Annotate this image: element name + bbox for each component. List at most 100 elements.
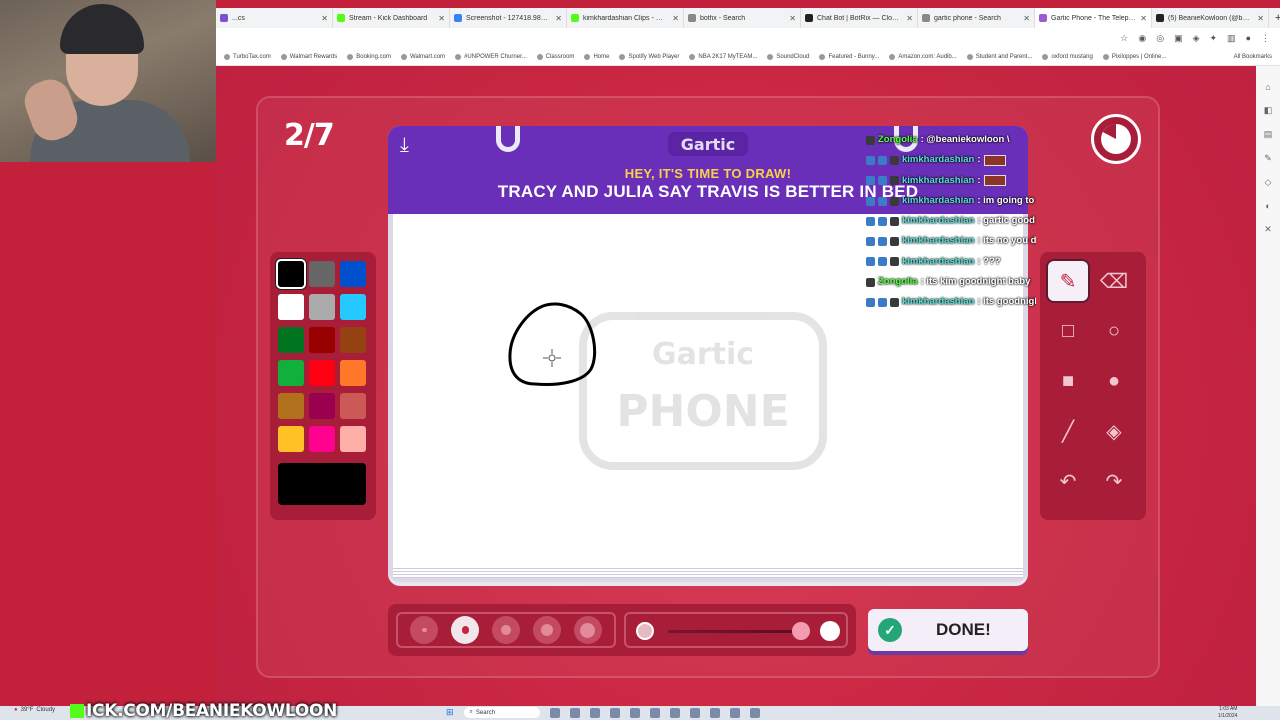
- eraser-icon[interactable]: ⌫: [1094, 261, 1134, 301]
- extensions-puzzle-icon[interactable]: ✦: [1210, 33, 1218, 44]
- chat-username[interactable]: kimkhardashian: [902, 191, 974, 211]
- weather-widget[interactable]: ● 39°F Cloudy: [14, 707, 55, 713]
- browser-tab[interactable]: kimkhardashian Clips - Watch ✕: [567, 8, 684, 28]
- download-icon[interactable]: ⤓: [400, 134, 409, 157]
- brush-size-option[interactable]: [410, 616, 439, 644]
- rectangle-filled-icon[interactable]: ■: [1048, 361, 1088, 401]
- bookmark-item[interactable]: Booking.com: [347, 53, 391, 60]
- chat-username[interactable]: kimkhardashian: [902, 231, 974, 251]
- close-tab-icon[interactable]: ✕: [1140, 14, 1147, 23]
- bookmark-item[interactable]: TurboTax.com: [224, 53, 271, 60]
- chat-username[interactable]: kimkhardashian: [902, 150, 974, 170]
- close-tab-icon[interactable]: ✕: [906, 14, 913, 23]
- color-swatch[interactable]: [278, 327, 304, 353]
- circle-outline-icon[interactable]: ○: [1094, 311, 1134, 351]
- opacity-slider[interactable]: [624, 612, 848, 648]
- color-swatch[interactable]: [278, 294, 304, 320]
- bookmark-item[interactable]: SoundCloud: [767, 53, 809, 60]
- taskbar-app-icon[interactable]: [749, 707, 760, 718]
- color-swatch[interactable]: [309, 426, 335, 452]
- bookmark-item[interactable]: #UNPOWER Churner...: [455, 53, 527, 60]
- circle-filled-icon[interactable]: ●: [1094, 361, 1134, 401]
- close-tab-icon[interactable]: ✕: [321, 14, 328, 23]
- color-swatch[interactable]: [309, 327, 335, 353]
- browser-tab[interactable]: gartic phone - Search ✕: [918, 8, 1035, 28]
- color-swatch[interactable]: [278, 426, 304, 452]
- undo-icon[interactable]: ↶: [1048, 461, 1088, 501]
- bookmark-item[interactable]: oxford mustang: [1042, 53, 1093, 60]
- browser-tab[interactable]: Gartic Phone - The Telephone ✕: [1035, 8, 1152, 28]
- bookmark-item[interactable]: Classroom: [536, 53, 574, 60]
- browser-tab[interactable]: Chat Bot | BotRix — Cloud St ✕: [801, 8, 918, 28]
- bookmark-item[interactable]: Spotify Web Player: [619, 53, 679, 60]
- bookmark-item[interactable]: Amazon.com: Audib...: [889, 53, 957, 60]
- browser-tab[interactable]: botfix - Search ✕: [684, 8, 801, 28]
- chat-username[interactable]: kimkhardashian: [902, 211, 974, 231]
- extension-icon[interactable]: ◉: [1138, 33, 1146, 44]
- browser-tab[interactable]: Screenshot - 127418.984913s ✕: [450, 8, 567, 28]
- taskbar-app-icon[interactable]: [549, 707, 560, 718]
- browser-tab[interactable]: ...cs ✕: [216, 8, 333, 28]
- redo-icon[interactable]: ↷: [1094, 461, 1134, 501]
- brush-size-option[interactable]: [491, 616, 520, 644]
- close-tab-icon[interactable]: ✕: [438, 14, 445, 23]
- color-swatch[interactable]: [276, 259, 306, 289]
- taskbar-app-icon[interactable]: [729, 707, 740, 718]
- profile-icon[interactable]: ●: [1246, 33, 1251, 43]
- color-swatch[interactable]: [278, 360, 304, 386]
- bookmark-item[interactable]: Home: [584, 53, 609, 60]
- chat-username[interactable]: kimkhardashian: [902, 171, 974, 191]
- sidebar-toggle-icon[interactable]: ▥: [1227, 33, 1236, 44]
- rectangle-outline-icon[interactable]: □: [1048, 311, 1088, 351]
- color-swatch[interactable]: [340, 261, 366, 287]
- games-icon[interactable]: ◐: [1265, 201, 1270, 211]
- color-swatch[interactable]: [309, 360, 335, 386]
- bookmark-item[interactable]: Walmart.com: [400, 53, 445, 60]
- brush-size-option[interactable]: [532, 616, 561, 644]
- extension-icon[interactable]: ▣: [1174, 33, 1183, 44]
- taskbar-app-icon[interactable]: [629, 707, 640, 718]
- all-bookmarks-link[interactable]: All Bookmarks: [1234, 54, 1272, 60]
- taskbar-app-icon[interactable]: [609, 707, 620, 718]
- color-swatch[interactable]: [340, 360, 366, 386]
- bookmark-item[interactable]: NBA 2K17 MyTEAM...: [689, 53, 757, 60]
- brush-size-option[interactable]: [451, 616, 480, 644]
- fill-bucket-icon[interactable]: ◈: [1094, 411, 1134, 451]
- tools-icon[interactable]: ✕: [1264, 224, 1272, 235]
- start-icon[interactable]: ⊞: [446, 707, 454, 718]
- color-swatch[interactable]: [340, 327, 366, 353]
- shopping-icon[interactable]: ◇: [1265, 177, 1272, 188]
- taskbar-clock[interactable]: 1:03 AM 1/1/2024: [1218, 706, 1237, 720]
- close-tab-icon[interactable]: ✕: [555, 14, 562, 23]
- taskbar-app-icon[interactable]: [569, 707, 580, 718]
- close-tab-icon[interactable]: ✕: [672, 14, 679, 23]
- new-tab-button[interactable]: +: [1269, 12, 1280, 24]
- color-swatch[interactable]: [309, 294, 335, 320]
- taskbar-app-icon[interactable]: [669, 707, 680, 718]
- line-icon[interactable]: ╱: [1048, 411, 1088, 451]
- close-tab-icon[interactable]: ✕: [1023, 14, 1030, 23]
- taskbar-app-icon[interactable]: [589, 707, 600, 718]
- chat-username[interactable]: Zongolia: [878, 130, 918, 150]
- browser-tab[interactable]: Stream - Kick Dashboard ✕: [333, 8, 450, 28]
- bookmark-star-icon[interactable]: ☆: [1120, 33, 1128, 44]
- color-swatch[interactable]: [340, 393, 366, 419]
- bookmark-item[interactable]: Pixiloppes | Online...: [1102, 53, 1166, 60]
- home-icon[interactable]: ⌂: [1265, 82, 1270, 92]
- color-swatch[interactable]: [340, 294, 366, 320]
- chat-username[interactable]: kimkhardashian: [902, 292, 974, 312]
- copilot-icon[interactable]: ◧: [1264, 105, 1273, 116]
- pencil-icon[interactable]: ✎: [1048, 261, 1088, 301]
- extension-icon[interactable]: ◎: [1156, 33, 1164, 44]
- opacity-slider-handle[interactable]: [792, 622, 810, 640]
- color-swatch[interactable]: [340, 426, 366, 452]
- bookmark-item[interactable]: Student and Parent...: [966, 53, 1032, 60]
- bookmark-item[interactable]: Walmart Rewards: [280, 53, 337, 60]
- opacity-track[interactable]: [668, 630, 804, 633]
- bookmark-item[interactable]: Featured - Bunny...: [819, 53, 879, 60]
- color-swatch[interactable]: [309, 261, 335, 287]
- color-swatch[interactable]: [309, 393, 335, 419]
- collections-icon[interactable]: ▤: [1264, 129, 1273, 140]
- menu-icon[interactable]: ⋮: [1261, 33, 1270, 44]
- taskbar-app-icon[interactable]: [709, 707, 720, 718]
